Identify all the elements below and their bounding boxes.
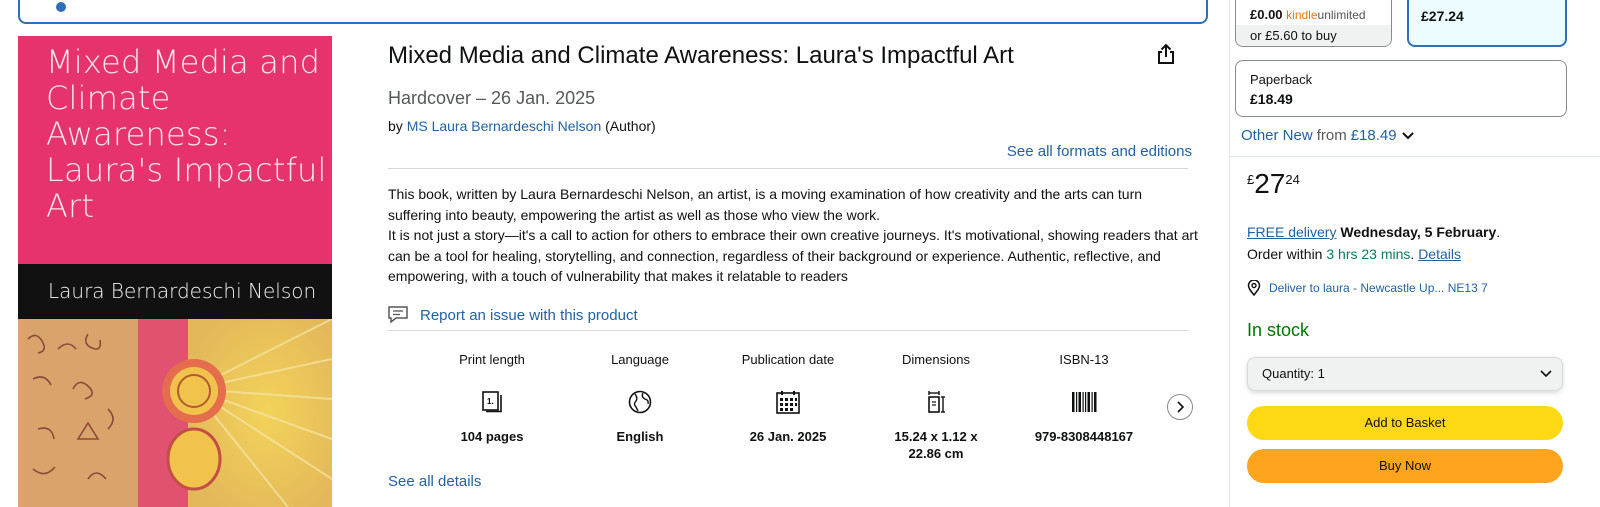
globe-icon: [628, 382, 652, 422]
format-hardcover-card-selected[interactable]: £27.24: [1407, 0, 1567, 47]
stock-status: In stock: [1247, 320, 1310, 340]
author-link[interactable]: MS Laura Bernardeschi Nelson: [407, 118, 602, 134]
attribute-label: Publication date: [741, 352, 835, 367]
attribute-label: Language: [611, 352, 669, 367]
kindle-unlimited-logo: kindleunlimited: [1286, 8, 1366, 22]
format-paperback-card[interactable]: Paperback £18.49: [1235, 60, 1567, 117]
share-button[interactable]: [1148, 36, 1184, 72]
order-within-time: 3 hrs 23 mins: [1326, 246, 1411, 262]
attribute-dimensions: Dimensions 15.24 x 1.12 x 22.86 cm: [862, 352, 1010, 462]
attribute-value: 15.24 x 1.12 x 22.86 cm: [894, 429, 978, 461]
product-description: This book, written by Laura Bernardeschi…: [388, 184, 1198, 287]
divider: [1230, 156, 1600, 157]
product-title: Mixed Media and Climate Awareness: Laura…: [388, 42, 1014, 69]
attribute-value: 26 Jan. 2025: [749, 429, 827, 444]
book-pages-icon: 1.: [482, 382, 502, 422]
price-whole: 27: [1254, 168, 1286, 199]
search-frame: [18, 0, 1208, 24]
chevron-down-icon: [1401, 131, 1414, 139]
calendar-icon: [776, 382, 800, 422]
quantity-select[interactable]: Quantity: 1: [1247, 357, 1563, 391]
attribute-language: Language English: [566, 352, 714, 462]
delivery-info: FREE delivery Wednesday, 5 February. Ord…: [1247, 224, 1501, 262]
buybox-price: £2724: [1247, 168, 1300, 200]
format-and-date: Hardcover – 26 Jan. 2025: [388, 88, 596, 108]
cover-title-text: Mixed Media and Climate Awareness: Laura…: [46, 43, 327, 225]
dimensions-icon: [925, 382, 947, 422]
attribute-label: Dimensions: [902, 352, 970, 367]
format-kindle-card[interactable]: £0.00 kindleunlimited or £5.60 to buy: [1235, 0, 1392, 47]
chevron-right-icon: [1177, 401, 1185, 413]
delivery-details-link[interactable]: Details: [1418, 246, 1461, 262]
buy-now-button[interactable]: Buy Now: [1247, 449, 1563, 483]
other-new-offers-link[interactable]: Other New from £18.49: [1241, 127, 1415, 144]
hardcover-price: £27.24: [1421, 8, 1464, 24]
see-all-details-link[interactable]: See all details: [388, 473, 481, 490]
quantity-value: Quantity: 1: [1262, 366, 1325, 381]
cover-author-text: Laura Bernardeschi Nelson: [48, 279, 317, 303]
add-to-basket-button[interactable]: Add to Basket: [1247, 406, 1563, 440]
feedback-icon: [388, 306, 408, 324]
divider: [388, 330, 1188, 331]
book-cover-image[interactable]: Mixed Media and Climate Awareness: Laura…: [18, 36, 332, 507]
attribute-publication-date: Publication date 26 Jan. 2025: [714, 352, 862, 462]
author-role: (Author): [605, 118, 656, 134]
other-new-price: £18.49: [1350, 127, 1397, 144]
deliver-to-label: Deliver to laura - Newcastle Up... NE13 …: [1269, 281, 1488, 295]
description-paragraph-1: This book, written by Laura Bernardeschi…: [388, 186, 1143, 223]
kindle-buy-price: or £5.60 to buy: [1236, 25, 1391, 46]
report-issue-link[interactable]: Report an issue with this product: [388, 306, 638, 324]
kindle-price: £0.00: [1250, 7, 1283, 22]
share-icon: [1158, 43, 1174, 64]
divider: [388, 168, 1188, 169]
by-prefix: by: [388, 118, 403, 134]
delivery-date: Wednesday, 5 February: [1340, 224, 1497, 240]
free-delivery-link[interactable]: FREE delivery: [1247, 224, 1336, 240]
attribute-value: English: [616, 429, 664, 444]
attribute-label: Print length: [459, 352, 525, 367]
attribute-value: 104 pages: [460, 429, 524, 444]
price-currency: £: [1247, 172, 1255, 187]
carousel-next-button[interactable]: [1167, 394, 1193, 420]
location-pin-icon: [1247, 280, 1261, 296]
other-new-label: Other New: [1241, 127, 1313, 144]
price-fraction: 24: [1285, 172, 1300, 187]
cover-artwork: [18, 318, 332, 507]
order-within-prefix: Order within: [1247, 246, 1323, 262]
chevron-down-icon: [1540, 358, 1552, 402]
product-attributes-carousel: Print length 1. 104 pages Language Engli…: [418, 352, 1158, 462]
buybox-divider: [1229, 0, 1230, 507]
barcode-icon: [1071, 382, 1097, 422]
description-paragraph-2: It is not just a story—it's a call to ac…: [388, 227, 1198, 284]
attribute-print-length: Print length 1. 104 pages: [418, 352, 566, 462]
search-frame-icon: [56, 2, 66, 12]
see-all-formats-link[interactable]: See all formats and editions: [1007, 143, 1192, 160]
svg-text:1.: 1.: [487, 397, 494, 406]
paperback-price: £18.49: [1250, 91, 1293, 107]
deliver-to-link[interactable]: Deliver to laura - Newcastle Up... NE13 …: [1247, 280, 1488, 296]
report-issue-label: Report an issue with this product: [420, 306, 638, 324]
paperback-label: Paperback: [1250, 72, 1313, 87]
attribute-value: 979-8308448167: [1034, 429, 1134, 444]
other-new-from: from: [1316, 127, 1347, 144]
kindle-price-row: £0.00 kindleunlimited: [1250, 7, 1366, 22]
attribute-isbn-13: ISBN-13 979-8308448167: [1010, 352, 1158, 462]
attribute-label: ISBN-13: [1059, 352, 1109, 367]
byline: by MS Laura Bernardeschi Nelson (Author): [388, 118, 656, 134]
